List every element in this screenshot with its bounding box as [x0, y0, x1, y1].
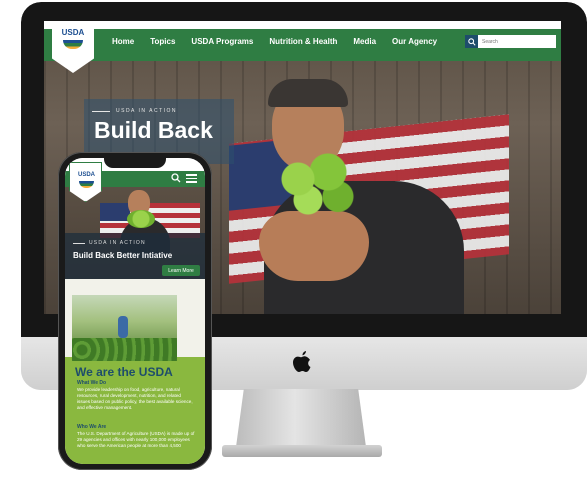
- hero-eyebrow: USDA IN ACTION: [92, 108, 177, 114]
- menu-icon[interactable]: [186, 174, 197, 183]
- nav-item-topics[interactable]: Topics: [150, 37, 175, 46]
- mobile-screen: USDA IN ACTION Build Back Better Intiati…: [65, 158, 205, 464]
- hero-eyebrow-text: USDA IN ACTION: [116, 108, 178, 114]
- what-we-do-text: We provide leadership on food, agricultu…: [77, 387, 193, 410]
- mobile-logo-swoosh-icon: [79, 181, 94, 188]
- search-input[interactable]: [478, 35, 556, 48]
- nav-item-media[interactable]: Media: [353, 37, 376, 46]
- what-we-do-title: What We Do: [77, 380, 107, 386]
- imac-foot: [222, 445, 382, 457]
- nav-items: Home Topics USDA Programs Nutrition & He…: [112, 37, 453, 46]
- nav-item-nutrition-health[interactable]: Nutrition & Health: [269, 37, 337, 46]
- nav-item-home[interactable]: Home: [112, 37, 134, 46]
- mobile-logo-text: USDA: [77, 172, 95, 178]
- mobile-eyebrow-rule: [73, 242, 85, 244]
- logo-text: USDA: [61, 28, 85, 37]
- mobile-hero-eyebrow-text: USDA IN ACTION: [89, 240, 146, 246]
- learn-more-button[interactable]: Learn More: [162, 265, 200, 276]
- greenhouse-worker: [118, 316, 128, 338]
- search-button[interactable]: [465, 35, 478, 48]
- farmer-cap: [268, 79, 348, 107]
- mobile-hero-title: Build Back Better Intiative: [73, 251, 173, 260]
- who-we-are-text: The U.S. Department of Agriculture (USDA…: [77, 431, 195, 448]
- seedling-plant: [268, 151, 368, 221]
- imac-stand: [236, 389, 366, 447]
- nav-item-our-agency[interactable]: Our Agency: [392, 37, 437, 46]
- search-icon: [467, 37, 476, 46]
- device-mockup-stage: USDA IN ACTION Build Back Home Topics US…: [0, 0, 587, 482]
- hero-title: Build Back: [94, 117, 213, 143]
- who-we-are-title: Who We Are: [77, 424, 107, 430]
- phone-notch: [104, 156, 166, 168]
- mobile-flag-canton: [100, 203, 130, 221]
- nav-top-strip: [44, 21, 561, 29]
- nav-item-usda-programs[interactable]: USDA Programs: [191, 37, 253, 46]
- about-heading: We are the USDA: [75, 365, 173, 379]
- mobile-seedling: [127, 210, 155, 228]
- apple-logo-icon: [293, 351, 311, 372]
- greenhouse-plants: [72, 338, 177, 361]
- eyebrow-rule: [92, 110, 110, 112]
- main-nav: Home Topics USDA Programs Nutrition & He…: [44, 21, 561, 61]
- search-icon[interactable]: [171, 173, 181, 183]
- logo-swoosh-icon: [63, 40, 83, 49]
- mobile-hero-eyebrow: USDA IN ACTION: [73, 240, 146, 246]
- farmer-hands: [259, 211, 369, 281]
